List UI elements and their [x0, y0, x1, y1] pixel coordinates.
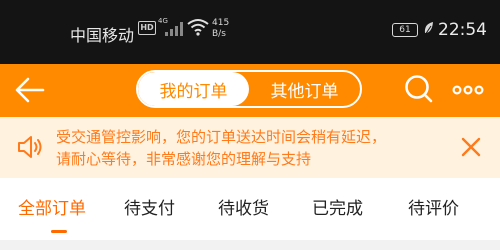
clock: 22:54 [438, 20, 487, 40]
arrow-left-icon[interactable] [12, 72, 48, 108]
more-dots-icon[interactable] [452, 78, 484, 102]
carrier-name: 中国移动 [70, 26, 135, 45]
search-icon[interactable] [402, 72, 436, 106]
speaker-icon [18, 136, 42, 158]
leaf-icon [424, 22, 433, 36]
tab-other-orders[interactable]: 其他订单 [249, 72, 360, 106]
tab-completed[interactable]: 已完成 [312, 194, 363, 219]
speed-value: 415 [212, 18, 230, 28]
signal-icon [165, 22, 183, 36]
speed-unit: B/s [212, 29, 226, 39]
order-status-tabs: 全部订单 待支付 待收货 已完成 待评价 [0, 178, 500, 240]
notice-line-2: 请耐心等待，非常感谢您的理解与支持 [56, 150, 312, 168]
tab-pending-payment[interactable]: 待支付 [124, 194, 175, 219]
active-tab-indicator [51, 230, 67, 233]
network-speed: 415 B/s [212, 18, 229, 40]
tab-pending-receipt[interactable]: 待收货 [218, 194, 269, 219]
close-icon[interactable] [460, 136, 482, 158]
hd-badge: HD [138, 21, 156, 35]
order-type-switch: 我的订单 其他订单 [136, 70, 362, 108]
battery-indicator: 61 [392, 23, 418, 37]
delivery-notice-banner: 受交通管控影响，您的订单送达时间会稍有延迟， 请耐心等待，非常感谢您的理解与支持 [0, 117, 500, 178]
tab-pending-review[interactable]: 待评价 [408, 194, 459, 219]
notice-line-1: 受交通管控影响，您的订单送达时间会稍有延迟， [56, 128, 387, 146]
content-area [0, 240, 500, 250]
app-header: 我的订单 其他订单 [0, 64, 500, 117]
status-bar: 中国移动 HD 4G 415 B/s 61 22:54 [0, 0, 500, 64]
wifi-icon [187, 19, 209, 36]
tab-my-orders[interactable]: 我的订单 [138, 72, 249, 106]
tab-all-orders[interactable]: 全部订单 [18, 194, 86, 219]
notice-text: 受交通管控影响，您的订单送达时间会稍有延迟， 请耐心等待，非常感谢您的理解与支持 [56, 126, 446, 170]
